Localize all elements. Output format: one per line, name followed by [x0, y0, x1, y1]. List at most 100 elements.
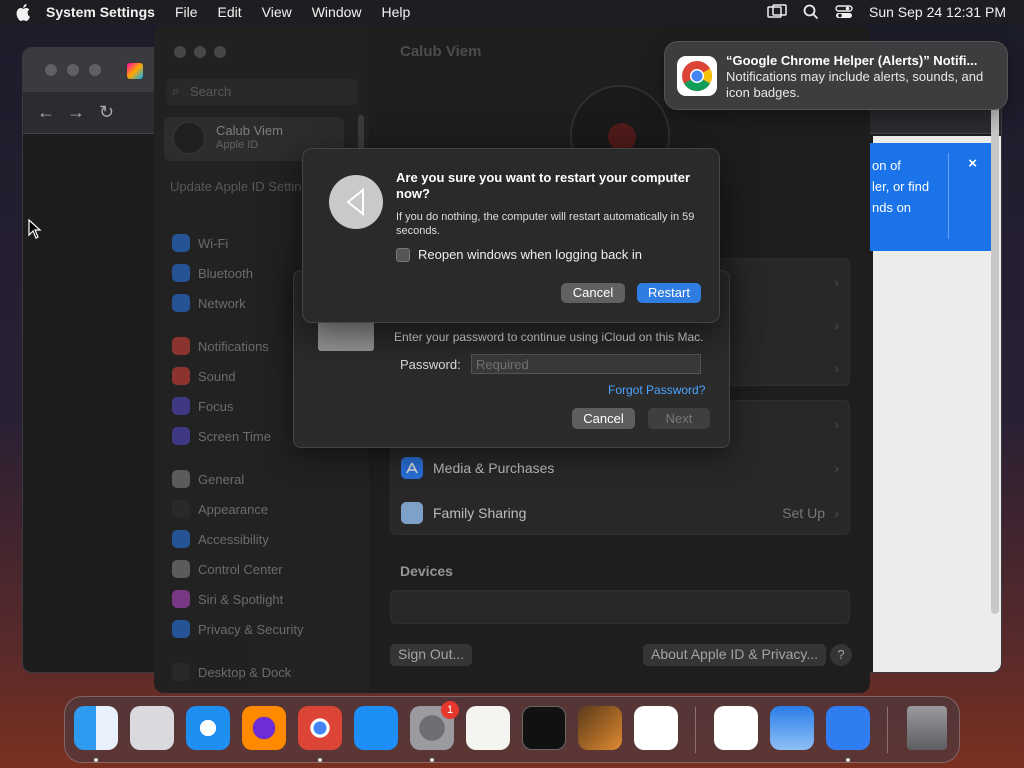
menu-view[interactable]: View — [262, 4, 292, 20]
checkbox-box[interactable] — [396, 247, 410, 262]
sidebar-item-bluetooth[interactable]: Bluetooth — [172, 262, 253, 284]
forgot-password-link[interactable]: Forgot Password? — [608, 383, 705, 397]
dock: 1 — [64, 696, 960, 763]
garageband-icon[interactable] — [578, 706, 622, 750]
control-center-icon — [172, 560, 190, 578]
chevron-right-icon: › — [834, 504, 839, 521]
sidebar-item-label: Appearance — [198, 501, 269, 517]
sidebar-item-appearance[interactable]: Appearance — [172, 498, 268, 520]
notification-banner[interactable]: “Google Chrome Helper (Alerts)” Notifi..… — [664, 41, 1008, 110]
reload-icon[interactable]: ↻ — [99, 102, 114, 123]
banner-line-3: nds on — [872, 200, 912, 215]
apple-menu-icon[interactable] — [14, 2, 34, 22]
sidebar-item-siri-spotlight[interactable]: Siri & Spotlight — [172, 588, 283, 610]
running-indicator — [94, 758, 98, 762]
sidebar-item-label: Privacy & Security — [198, 621, 304, 637]
safari-icon[interactable] — [186, 706, 230, 750]
textedit-icon[interactable] — [466, 706, 510, 750]
family-sharing-row[interactable]: Family Sharing Set Up › — [391, 490, 851, 535]
sidebar-item-focus[interactable]: Focus — [172, 395, 233, 417]
banner-close-icon[interactable]: × — [968, 153, 977, 174]
devices-card — [390, 590, 850, 624]
control-center-icon[interactable] — [835, 4, 853, 20]
sidebar-item-wi-fi[interactable]: Wi-Fi — [172, 232, 228, 254]
notification-badge: 1 — [441, 701, 459, 719]
help-button[interactable]: ? — [830, 644, 852, 666]
app-store-dock-icon[interactable] — [354, 706, 398, 750]
checkbox-label: Reopen windows when logging back in — [418, 247, 643, 262]
password-message: Enter your password to continue using iC… — [394, 330, 704, 344]
sidebar-item-notifications[interactable]: Notifications — [172, 335, 269, 357]
back-arrow-icon[interactable]: ← — [37, 102, 55, 123]
sidebar-item-label: Screen Time — [198, 428, 271, 444]
menu-app-name[interactable]: System Settings — [46, 4, 155, 20]
sidebar-item-general[interactable]: General — [172, 468, 244, 490]
sidebar-item-control-center[interactable]: Control Center — [172, 558, 283, 580]
password-cancel-button[interactable]: Cancel — [572, 408, 635, 429]
chrome-info-banner: on of ler, or find nds on × — [870, 143, 995, 251]
dock-separator — [695, 707, 696, 753]
sidebar-item-label: Wi-Fi — [198, 235, 229, 251]
chrome-icon[interactable] — [298, 706, 342, 750]
sidebar-item-sound[interactable]: Sound — [172, 365, 236, 387]
terminal-icon[interactable] — [522, 706, 566, 750]
about-apple-id-button[interactable]: About Apple ID & Privacy... — [643, 644, 827, 666]
forward-arrow-icon[interactable]: → — [67, 102, 85, 123]
sidebar-item-desktop-dock[interactable]: Desktop & Dock — [172, 661, 291, 683]
chevron-right-icon: › — [834, 459, 839, 476]
running-indicator — [430, 758, 434, 762]
sidebar-item-label: Desktop & Dock — [198, 664, 292, 680]
launchpad-icon[interactable] — [130, 706, 174, 750]
restart-button[interactable]: Restart — [637, 283, 701, 303]
dialog-cancel-button[interactable]: Cancel — [561, 283, 625, 303]
chrome-scrollbar[interactable] — [991, 58, 999, 614]
menu-file[interactable]: File — [175, 4, 198, 20]
dialog-heading: Are you sure you want to restart your co… — [396, 170, 691, 201]
privacy-security-icon — [172, 620, 190, 638]
sidebar-search-input[interactable]: ⌕ Search — [166, 79, 358, 105]
finder-icon[interactable] — [74, 706, 118, 750]
firefox-icon[interactable] — [242, 706, 286, 750]
sidebar-item-privacy-security[interactable]: Privacy & Security — [172, 618, 303, 640]
sidebar-item-screen-time[interactable]: Screen Time — [172, 425, 271, 447]
tab-favicon-icon[interactable] — [127, 63, 143, 79]
sidebar-item-accessibility[interactable]: Accessibility — [172, 528, 269, 550]
close-dot[interactable] — [174, 46, 186, 58]
chrome-minimize-dot[interactable] — [67, 64, 79, 76]
sign-out-button[interactable]: Sign Out... — [390, 644, 473, 666]
chrome-close-dot[interactable] — [45, 64, 57, 76]
menu-window[interactable]: Window — [312, 4, 362, 20]
siri-spotlight-icon — [172, 590, 190, 608]
minimize-dot[interactable] — [194, 46, 206, 58]
sound-icon — [172, 367, 190, 385]
reopen-windows-checkbox[interactable]: Reopen windows when logging back in — [396, 247, 642, 262]
media-purchases-row[interactable]: Media & Purchases › — [391, 445, 851, 490]
sidebar-item-network[interactable]: Network — [172, 292, 246, 314]
menu-clock[interactable]: Sun Sep 24 12:31 PM — [869, 4, 1006, 20]
appearance-icon — [172, 500, 190, 518]
sidebar-item-label: Network — [198, 295, 246, 311]
weather-icon[interactable] — [770, 706, 814, 750]
chevron-right-icon: › — [834, 359, 839, 376]
network-icon — [172, 294, 190, 312]
trash-icon[interactable] — [907, 706, 947, 750]
zoom-dot[interactable] — [214, 46, 226, 58]
desktop-dock-icon — [172, 663, 190, 681]
running-indicator — [846, 758, 850, 762]
menu-edit[interactable]: Edit — [218, 4, 242, 20]
keynote-icon[interactable] — [826, 706, 870, 750]
chevron-right-icon: › — [834, 273, 839, 290]
sidebar-item-label: General — [198, 471, 245, 487]
menu-help[interactable]: Help — [382, 4, 411, 20]
spotlight-search-icon[interactable] — [803, 4, 819, 20]
chrome-zoom-dot[interactable] — [89, 64, 101, 76]
password-field[interactable] — [471, 354, 701, 374]
bluetooth-icon — [172, 264, 190, 282]
notification-body: Notifications may include alerts, sounds… — [726, 69, 984, 100]
visual-studio-icon[interactable] — [714, 706, 758, 750]
sidebar-item-label: Accessibility — [198, 531, 269, 547]
screen-mirroring-icon[interactable] — [767, 4, 787, 20]
vscode-icon[interactable] — [634, 706, 678, 750]
password-next-button[interactable]: Next — [648, 408, 710, 429]
focus-icon — [172, 397, 190, 415]
